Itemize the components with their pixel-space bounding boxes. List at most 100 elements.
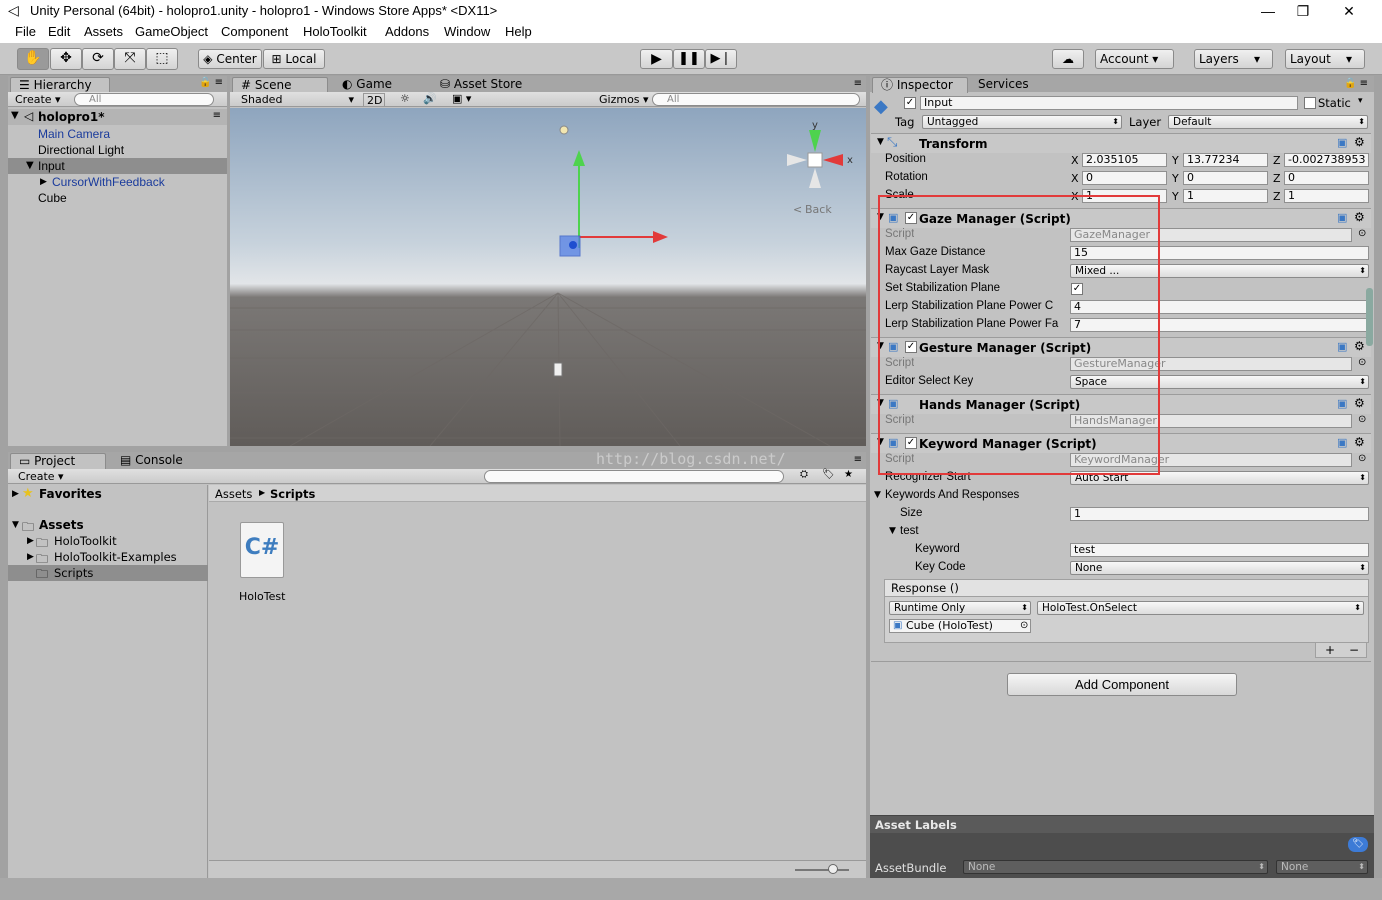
position-z-field[interactable]: -0.002738953 — [1284, 153, 1369, 167]
menu-help[interactable]: Help — [505, 24, 532, 39]
tab-console[interactable]: ▤ Console — [112, 453, 191, 469]
expand-icon[interactable]: ▼ — [26, 160, 34, 171]
panel-menu-icon[interactable]: 🔒 ≡ — [1344, 78, 1368, 89]
play-icon[interactable]: ▶ — [640, 49, 673, 69]
pause-icon[interactable]: ❚❚ — [673, 49, 705, 69]
rotation-y-field[interactable]: 0 — [1183, 171, 1268, 185]
gizmos-dropdown[interactable]: Gizmos ▾ — [594, 93, 649, 107]
settings-gear-icon[interactable]: ⚙ — [1354, 435, 1365, 449]
y-arrow-icon[interactable] — [573, 150, 585, 166]
object-picker-icon[interactable]: ⊙ — [1358, 453, 1366, 464]
object-picker-icon[interactable]: ⊙ — [1020, 620, 1028, 631]
layers-dropdown[interactable]: Layers ▾ — [1194, 49, 1273, 69]
filter-label-icon[interactable]: 🏷 — [822, 469, 835, 480]
panel-menu-icon[interactable]: ≡ — [854, 454, 862, 465]
favorite-star-icon[interactable]: ★ — [844, 469, 853, 480]
add-component-button[interactable]: Add Component — [1007, 673, 1237, 696]
expand-icon[interactable]: ▼ — [11, 110, 19, 121]
scale-y-field[interactable]: 1 — [1183, 189, 1268, 203]
camera-gizmo-icon[interactable] — [553, 362, 563, 377]
assetbundle-name-dropdown[interactable]: None — [963, 860, 1268, 874]
effects-icon[interactable]: ▣ ▾ — [452, 92, 471, 105]
assets-folder-label[interactable]: Assets — [39, 518, 84, 532]
settings-gear-icon[interactable]: ⚙ — [1354, 135, 1365, 149]
close-icon[interactable]: ✕ — [1326, 0, 1372, 22]
position-y-field[interactable]: 13.77234 — [1183, 153, 1268, 167]
target-object-field[interactable]: Cube (HoloTest) — [889, 619, 1031, 633]
help-icon[interactable]: ▣ — [1337, 136, 1347, 149]
object-picker-icon[interactable]: ⊙ — [1358, 414, 1366, 425]
expand-icon[interactable]: ▼ — [889, 526, 896, 536]
hierarchy-item-cursorwithfeedback[interactable]: CursorWithFeedback — [52, 175, 165, 189]
folder-holotoolkit[interactable]: HoloToolkit — [54, 534, 117, 548]
hand-tool-icon[interactable]: ✋ — [17, 48, 49, 70]
menu-window[interactable]: Window — [444, 24, 490, 39]
hierarchy-item-cube[interactable]: Cube — [38, 191, 67, 205]
size-field[interactable]: 1 — [1070, 507, 1369, 521]
label-tag-icon[interactable]: 🏷 — [1348, 837, 1368, 852]
scene-search-input[interactable]: All — [652, 93, 860, 106]
inspector-scrollbar[interactable] — [1366, 288, 1373, 346]
scene-view[interactable]: y x < Back — [230, 108, 866, 446]
expand-icon[interactable]: ▼ — [12, 520, 19, 530]
settings-gear-icon[interactable]: ⚙ — [1354, 210, 1365, 224]
step-icon[interactable]: ▶❘ — [705, 49, 737, 69]
account-dropdown[interactable]: Account ▾ — [1095, 49, 1174, 69]
position-x-field[interactable]: 2.035105 — [1082, 153, 1167, 167]
hierarchy-item-main-camera[interactable]: Main Camera — [38, 127, 110, 141]
dropdown-arrow-icon[interactable]: ▾ — [1358, 96, 1363, 106]
menu-file[interactable]: File — [15, 24, 36, 39]
assetbundle-variant-dropdown[interactable]: None — [1276, 860, 1368, 874]
filter-type-icon[interactable]: ⛭ — [800, 469, 808, 480]
view-back-chevron-icon[interactable]: < — [793, 203, 802, 216]
scene-menu-icon[interactable]: ≡ — [213, 110, 221, 121]
hierarchy-create-dropdown[interactable]: Create ▾ — [10, 93, 61, 107]
audio-icon[interactable]: 🔊 — [423, 92, 437, 105]
rotation-x-field[interactable]: 0 — [1082, 171, 1167, 185]
x-arrow-icon[interactable] — [653, 231, 668, 243]
breadcrumb-assets[interactable]: Assets — [215, 487, 252, 501]
rotation-z-field[interactable]: 0 — [1284, 171, 1369, 185]
object-picker-icon[interactable]: ⊙ — [1358, 357, 1366, 368]
object-picker-icon[interactable]: ⊙ — [1358, 228, 1366, 239]
orientation-gizmo[interactable] — [787, 130, 843, 188]
expand-icon[interactable]: ▼ — [874, 490, 881, 500]
expand-icon[interactable]: ▼ — [877, 137, 884, 147]
collapse-icon[interactable]: ▶ — [40, 177, 47, 187]
scene-canvas[interactable]: y x < Back — [230, 108, 866, 446]
tab-services[interactable]: Services — [970, 77, 1037, 93]
layout-dropdown[interactable]: Layout ▾ — [1285, 49, 1365, 69]
folder-row-scripts-selected[interactable]: 🗀 Scripts — [8, 565, 208, 581]
icon-size-slider[interactable] — [795, 869, 849, 871]
breadcrumb-scripts[interactable]: Scripts — [270, 487, 315, 501]
rect-tool-icon[interactable]: ⬚ — [146, 48, 178, 70]
csharp-file-icon[interactable]: C# — [240, 522, 284, 578]
project-search-input[interactable] — [484, 470, 784, 483]
tab-asset-store[interactable]: ⛁ Asset Store — [432, 77, 530, 93]
menu-addons[interactable]: Addons — [385, 24, 429, 39]
help-icon[interactable]: ▣ — [1337, 211, 1347, 224]
favorites-label[interactable]: Favorites — [39, 487, 102, 501]
tab-inspector[interactable]: ⓘ Inspector — [872, 77, 968, 93]
pivot-local-button[interactable]: ⊞ Local — [263, 49, 325, 69]
transform-header[interactable]: ▼ ⤡ Transform ▣ ⚙ — [871, 133, 1371, 153]
function-dropdown[interactable]: HoloTest.OnSelect — [1037, 601, 1364, 615]
static-checkbox[interactable] — [1304, 97, 1316, 109]
pivot-center-button[interactable]: ◈ Center — [198, 49, 262, 69]
shading-dropdown[interactable]: Shaded ▾ — [236, 93, 356, 107]
tab-scene[interactable]: # Scene — [232, 77, 328, 93]
light-gizmo-icon[interactable] — [559, 125, 569, 135]
menu-holotoolkit[interactable]: HoloToolkit — [303, 24, 367, 39]
settings-gear-icon[interactable]: ⚙ — [1354, 339, 1365, 353]
tag-dropdown[interactable]: Untagged — [922, 115, 1122, 129]
lighting-icon[interactable]: ☼ — [400, 92, 410, 105]
maximize-icon[interactable]: ❐ — [1280, 0, 1326, 22]
slider-handle[interactable] — [828, 864, 838, 874]
remove-listener-button[interactable]: − — [1349, 643, 1359, 657]
hierarchy-row-input-selected[interactable]: ▼ Input — [8, 158, 227, 174]
settings-gear-icon[interactable]: ⚙ — [1354, 396, 1365, 410]
project-create-dropdown[interactable]: Create ▾ — [13, 470, 64, 484]
move-tool-icon[interactable]: ✥ — [50, 48, 82, 70]
rotate-tool-icon[interactable]: ⟳ — [82, 48, 114, 70]
panel-menu-icon[interactable]: ≡ — [854, 78, 862, 89]
